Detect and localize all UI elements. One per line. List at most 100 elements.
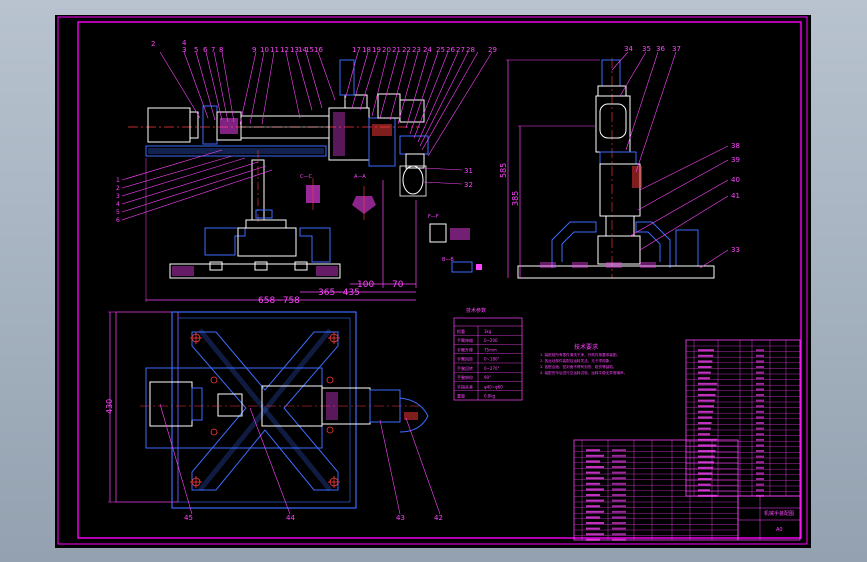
bom-cell-text (586, 533, 604, 536)
balloon-22: 22 (402, 46, 411, 54)
bom-cell-text (586, 471, 600, 474)
dim-430: 430 (105, 399, 114, 414)
bom-cell-text (586, 477, 604, 480)
bom-cell-text (612, 449, 626, 452)
bom-cell-text (698, 494, 718, 497)
bom-cell-text (612, 538, 626, 541)
balloon-40: 40 (731, 176, 740, 184)
bom-cell-text (756, 399, 764, 402)
balloon-l5: 5 (116, 209, 120, 216)
bom-cell-text (612, 494, 626, 496)
balloon-43: 43 (396, 514, 405, 522)
bom-cell-text (586, 527, 600, 530)
spec-row-key: 手腕回转 (457, 365, 473, 371)
balloon-12: 12 (280, 46, 289, 54)
bom-cell-text (756, 422, 764, 424)
bom-cell-text (698, 382, 718, 385)
bom-cell-text (586, 522, 604, 524)
spec-row-value: 0~180° (484, 357, 500, 362)
bom-cell-text (756, 382, 764, 385)
bom-cell-text (698, 455, 715, 458)
bom-cell-text (586, 510, 604, 513)
tech-req-line-3: 3. 各配合面、密封面不得有划伤、碰伤等缺陷。 (540, 364, 616, 369)
dim-100: 100 (357, 280, 374, 290)
bom-cell-text (756, 349, 764, 352)
bom-cell-text (698, 450, 716, 452)
spec-table-title: 技术参数 (466, 307, 486, 314)
spec-row-value: 0~270° (484, 366, 500, 371)
balloon-29: 29 (488, 46, 497, 54)
balloon-l2: 2 (116, 185, 120, 192)
bom-cell-text (698, 416, 713, 419)
bom-cell-text (756, 438, 764, 441)
balloon-39: 39 (731, 156, 740, 164)
spec-row-key: 重量 (457, 393, 465, 399)
balloon-18: 18 (362, 46, 371, 54)
bom-cell-text (612, 454, 626, 457)
dim-385: 385 (511, 191, 520, 206)
bom-cell-text (612, 460, 626, 463)
bom-cell-text (586, 516, 600, 519)
balloon-24: 24 (423, 46, 432, 54)
section-f-f: F—F (428, 214, 439, 220)
bom-cell-text (756, 371, 764, 374)
dim-658-758: 658~758 (258, 296, 300, 306)
bom-cell-text (756, 394, 764, 396)
balloon-34: 34 (624, 45, 633, 53)
bom-cell-text (586, 538, 600, 541)
dim-70: 70 (392, 280, 404, 290)
balloon-28: 28 (466, 46, 475, 54)
balloon-17: 17 (352, 46, 361, 54)
bom-cell-text (698, 461, 714, 464)
balloon-9: 9 (252, 46, 256, 54)
bom-cell-text (698, 444, 717, 447)
spec-row-key: 抓重 (457, 328, 465, 334)
bom-cell-text (698, 489, 710, 492)
spec-row-key: 手臂伸缩 (457, 337, 473, 343)
bom-cell-text (698, 438, 718, 441)
balloon-27: 27 (456, 46, 465, 54)
bom-cell-text (756, 466, 764, 469)
balloon-25: 25 (436, 46, 445, 54)
balloon-44: 44 (286, 514, 295, 522)
bom-cell-text (586, 454, 604, 457)
bom-cell-text (698, 427, 711, 430)
bom-cell-text (612, 510, 626, 513)
bom-cell-text (756, 416, 764, 419)
bom-cell-text (698, 410, 714, 413)
bom-cell-text (756, 450, 764, 452)
dim-585: 585 (499, 163, 508, 178)
spec-row-value: 0~200 (484, 338, 498, 343)
bom-cell-text (756, 427, 764, 430)
dim-365-435: 365~435 (318, 288, 360, 298)
cad-viewport: 658~758 365~435 100 70 C—C A—A F—F B—B 2… (55, 15, 811, 548)
balloon-35: 35 (642, 45, 651, 53)
spec-row-key: 手臂升降 (457, 346, 473, 352)
balloon-23: 23 (412, 46, 421, 54)
bom-cell-text (612, 516, 626, 519)
bom-cell-text (756, 366, 764, 368)
bom-cell-text (698, 422, 712, 424)
bom-cell-text (756, 455, 764, 458)
section-c-c: C—C (300, 174, 312, 180)
spec-row-key: 手臂回转 (457, 356, 473, 362)
section-a-a: A—A (354, 174, 366, 180)
bom-cell-text (698, 388, 717, 391)
bom-cell-text (586, 449, 600, 452)
bom-cell-text (612, 533, 626, 536)
balloon-l1: 1 (116, 177, 120, 184)
balloon-37: 37 (672, 45, 681, 53)
tech-req-line-1: 1. 装配前所有零件清洗干净，外购件按要求装配。 (540, 352, 620, 357)
bom-cell-text (698, 466, 714, 469)
balloon-5: 5 (194, 46, 198, 54)
bom-cell-text (698, 433, 710, 436)
balloon-26: 26 (446, 46, 455, 54)
title-block-name: 机械手装配图 (764, 510, 794, 517)
bom-cell-text (612, 466, 626, 468)
bom-cell-text (756, 354, 764, 357)
bom-cell-text (756, 360, 764, 363)
balloon-11: 11 (270, 46, 279, 54)
bom-cell-text (756, 472, 764, 475)
balloon-19: 19 (372, 46, 381, 54)
bom-cell-text (698, 354, 714, 357)
